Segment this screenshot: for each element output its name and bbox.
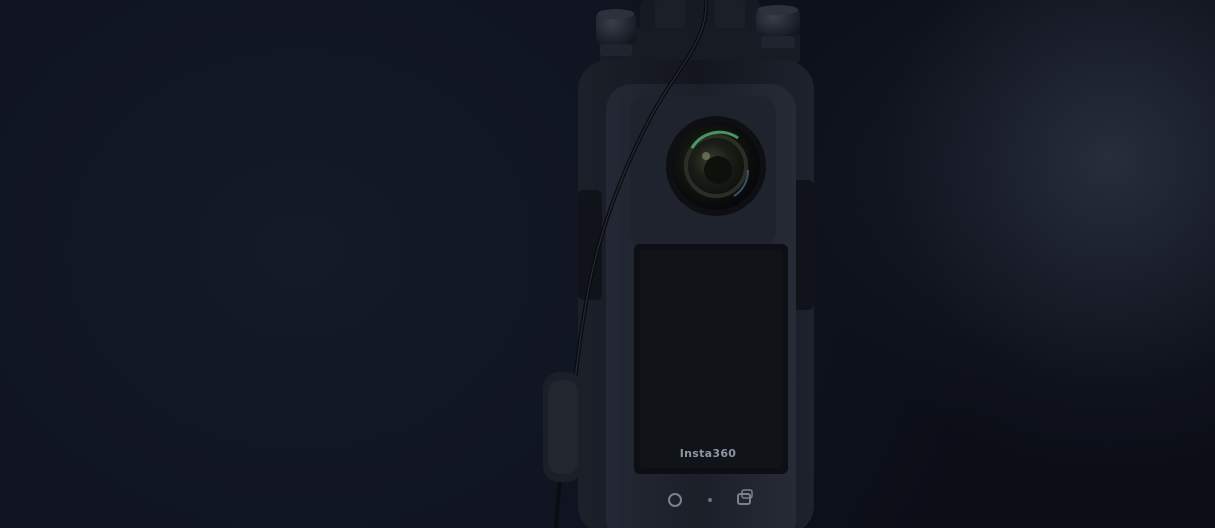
camera-illustration — [543, 0, 814, 528]
photo-scene: Insta360 — [0, 0, 1215, 528]
left-knob — [596, 9, 636, 56]
camera-screen — [634, 244, 788, 474]
right-knob — [756, 5, 800, 48]
camera-brand-label: Insta360 — [679, 447, 737, 460]
lens-icon — [666, 116, 766, 216]
status-dot-icon — [708, 498, 712, 502]
